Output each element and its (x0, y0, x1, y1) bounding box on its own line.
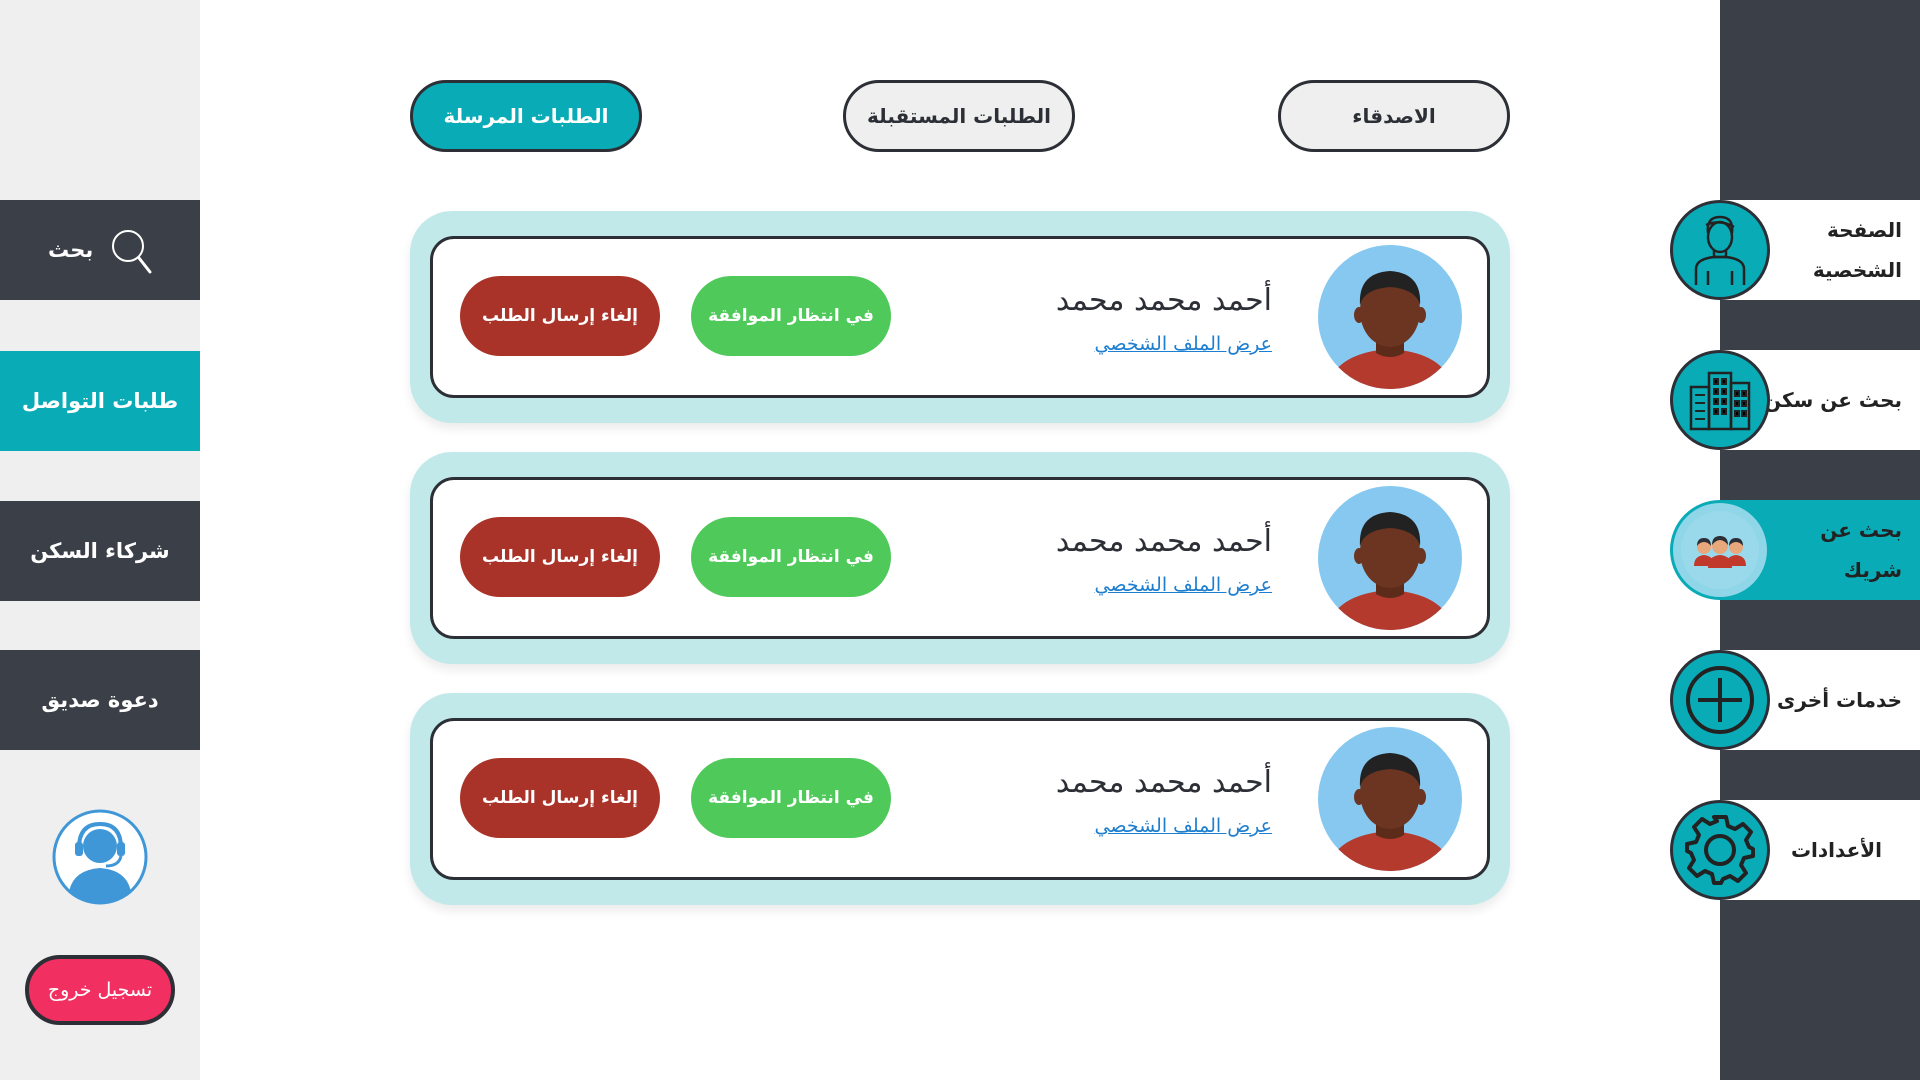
pending-approval-button[interactable]: في انتظار الموافقة (691, 517, 891, 597)
nav-contact-requests[interactable]: طلبات التواصل (0, 351, 200, 451)
request-card: أحمد محمد محمد عرض الملف الشخصي في انتظا… (410, 693, 1510, 905)
user-name: أحمد محمد محمد (1055, 283, 1272, 318)
nav-profile-label: الصفحة الشخصية (1812, 218, 1902, 282)
request-card: أحمد محمد محمد عرض الملف الشخصي في انتظا… (410, 452, 1510, 664)
gear-icon (1685, 815, 1755, 885)
tab-friends[interactable]: الاصدقاء (1278, 80, 1510, 152)
tab-received-requests-label: الطلبات المستقبلة (867, 104, 1051, 128)
nav-housing-partners-label: شركاء السكن (30, 539, 170, 563)
user-profile-icon (1694, 215, 1746, 285)
cancel-request-label: إلغاء إرسال الطلب (482, 306, 638, 326)
cancel-request-button[interactable]: إلغاء إرسال الطلب (460, 517, 660, 597)
nav-housing-partners[interactable]: شركاء السكن (0, 501, 200, 601)
magnifier-icon (112, 230, 152, 274)
view-profile-link[interactable]: عرض الملف الشخصي (1095, 815, 1272, 837)
user-name: أحمد محمد محمد (1055, 524, 1272, 559)
request-card: أحمد محمد محمد عرض الملف الشخصي في انتظا… (410, 211, 1510, 423)
request-card-inner: أحمد محمد محمد عرض الملف الشخصي في انتظا… (430, 236, 1490, 398)
people-group-icon (1694, 536, 1746, 568)
nav-contact-requests-label: طلبات التواصل (21, 389, 179, 413)
pending-approval-label: في انتظار الموافقة (708, 306, 874, 326)
tab-received-requests[interactable]: الطلبات المستقبلة (843, 80, 1075, 152)
nav-find-partner[interactable]: بحث عن شريك (1670, 500, 1920, 600)
nav-other-services[interactable]: خدمات أخرى (1670, 650, 1920, 750)
view-profile-link[interactable]: عرض الملف الشخصي (1095, 333, 1272, 355)
nav-find-housing-circle (1670, 350, 1770, 450)
nav-find-housing-label: بحث عن سكن (1764, 388, 1902, 412)
tab-sent-requests-label: الطلبات المرسلة (443, 104, 609, 128)
nav-other-services-circle (1670, 650, 1770, 750)
tab-sent-requests[interactable]: الطلبات المرسلة (410, 80, 642, 152)
request-card-inner: أحمد محمد محمد عرض الملف الشخصي في انتظا… (430, 477, 1490, 639)
nav-settings-circle (1670, 800, 1770, 900)
nav-settings[interactable]: الأعدادات (1670, 800, 1920, 900)
nav-other-services-label: خدمات أخرى (1777, 688, 1902, 712)
nav-find-housing[interactable]: بحث عن سكن (1670, 350, 1920, 450)
nav-profile[interactable]: الصفحة الشخصية (1670, 200, 1920, 300)
search-label: بحث (48, 238, 94, 262)
search-button[interactable]: بحث (0, 200, 200, 300)
cancel-request-button[interactable]: إلغاء إرسال الطلب (460, 758, 660, 838)
logout-label: تسجيل خروج (47, 979, 153, 1001)
nav-find-partner-inner (1681, 511, 1759, 589)
view-profile-link[interactable]: عرض الملف الشخصي (1095, 574, 1272, 596)
nav-profile-circle (1670, 200, 1770, 300)
user-avatar (1318, 486, 1462, 630)
nav-find-partner-label: بحث عن شريك (1820, 518, 1902, 582)
request-card-inner: أحمد محمد محمد عرض الملف الشخصي في انتظا… (430, 718, 1490, 880)
nav-invite-friend-label: دعوة صديق (41, 688, 159, 712)
nav-find-partner-circle (1670, 500, 1770, 600)
user-name: أحمد محمد محمد (1055, 765, 1272, 800)
cancel-request-label: إلغاء إرسال الطلب (482, 788, 638, 808)
cancel-request-label: إلغاء إرسال الطلب (482, 547, 638, 567)
user-avatar (1318, 727, 1462, 871)
building-icon (1689, 371, 1751, 431)
customer-support-icon[interactable] (51, 808, 149, 906)
pending-approval-label: في انتظار الموافقة (708, 547, 874, 567)
pending-approval-button[interactable]: في انتظار الموافقة (691, 758, 891, 838)
nav-invite-friend[interactable]: دعوة صديق (0, 650, 200, 750)
logout-button[interactable]: تسجيل خروج (25, 955, 175, 1025)
user-avatar (1318, 245, 1462, 389)
pending-approval-button[interactable]: في انتظار الموافقة (691, 276, 891, 356)
tab-friends-label: الاصدقاء (1352, 104, 1436, 128)
pending-approval-label: في انتظار الموافقة (708, 788, 874, 808)
plus-circle-icon (1686, 666, 1754, 734)
cancel-request-button[interactable]: إلغاء إرسال الطلب (460, 276, 660, 356)
